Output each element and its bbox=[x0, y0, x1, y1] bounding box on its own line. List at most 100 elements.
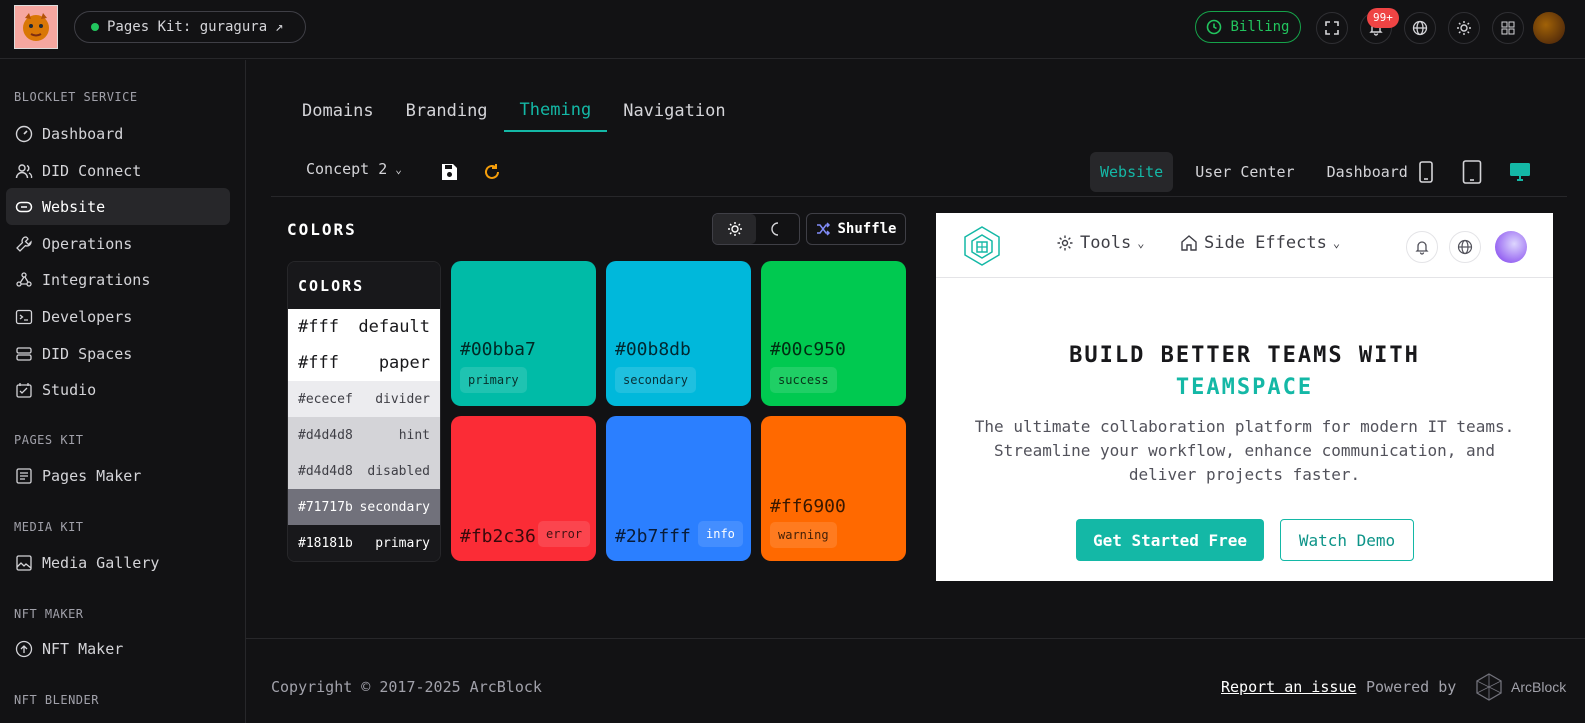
palette-hex: #d4d4d8 bbox=[298, 427, 353, 443]
sidebar-item-pages-maker[interactable]: Pages Maker bbox=[6, 457, 230, 494]
bell-icon bbox=[1415, 241, 1429, 255]
theme-toggle-button[interactable] bbox=[1448, 12, 1480, 44]
palette-hex: #d4d4d8 bbox=[298, 463, 353, 479]
preview-logo-icon[interactable] bbox=[960, 224, 1004, 268]
palette-row-secondary[interactable]: #71717b secondary bbox=[288, 489, 440, 525]
swatch-info[interactable]: #2b7fff info bbox=[606, 416, 751, 561]
sidebar-section-title: NFT BLENDER bbox=[14, 693, 99, 707]
sidebar-item-dashboard[interactable]: Dashboard bbox=[6, 115, 230, 152]
chevron-down-icon: ⌄ bbox=[1332, 236, 1341, 250]
sidebar-item-did-spaces[interactable]: DID Spaces bbox=[6, 335, 230, 372]
swatch-error[interactable]: #fb2c36 error bbox=[451, 416, 596, 561]
desktop-view-button[interactable] bbox=[1508, 160, 1532, 184]
link-icon bbox=[14, 197, 34, 217]
users-icon bbox=[14, 161, 34, 181]
swatch-primary[interactable]: #00bba7 primary bbox=[451, 261, 596, 406]
tab-domains[interactable]: Domains bbox=[286, 90, 390, 132]
palette-row-default[interactable]: #fff default bbox=[288, 309, 440, 345]
swatch-hex: #ff6900 bbox=[770, 496, 846, 517]
shuffle-label: Shuffle bbox=[837, 221, 897, 237]
globe-icon bbox=[1457, 239, 1473, 255]
app-logo[interactable] bbox=[14, 5, 58, 49]
external-link-icon: ↗ bbox=[275, 19, 284, 35]
moon-icon bbox=[770, 222, 778, 236]
watch-demo-button[interactable]: Watch Demo bbox=[1280, 519, 1414, 561]
home-icon bbox=[1181, 235, 1197, 251]
wrench-icon bbox=[14, 234, 34, 254]
preview-notifications-button[interactable] bbox=[1406, 231, 1438, 263]
top-bar: Pages Kit: guragura ↗ Billing 99+ bbox=[0, 0, 1585, 59]
swatch-secondary[interactable]: #00b8db secondary bbox=[606, 261, 751, 406]
preview-menu-label: Side Effects bbox=[1204, 233, 1327, 253]
preview-menu-tools[interactable]: Tools ⌄ bbox=[1056, 233, 1144, 253]
preview-avatar[interactable] bbox=[1495, 231, 1527, 263]
gauge-icon bbox=[14, 124, 34, 144]
palette-name: disabled bbox=[367, 463, 430, 479]
tablet-view-button[interactable] bbox=[1460, 160, 1484, 184]
sidebar-item-developers[interactable]: Developers bbox=[6, 298, 230, 335]
sidebar-item-label: NFT Maker bbox=[42, 639, 124, 658]
settings-tabs: Domains Branding Theming Navigation bbox=[286, 90, 742, 132]
reset-button[interactable] bbox=[480, 160, 504, 184]
user-avatar[interactable] bbox=[1533, 12, 1565, 44]
arcblock-logo[interactable]: ArcBlock bbox=[1475, 672, 1566, 702]
concept-select[interactable]: Concept 2 ⌄ bbox=[306, 160, 402, 178]
sun-icon bbox=[727, 222, 742, 236]
palette-title: COLORS bbox=[288, 262, 440, 309]
clock-icon bbox=[1207, 19, 1222, 35]
palette-name: primary bbox=[375, 535, 430, 551]
report-issue-link[interactable]: Report an issue bbox=[1221, 678, 1356, 696]
view-dashboard[interactable]: Dashboard bbox=[1317, 152, 1418, 192]
shuffle-icon bbox=[817, 222, 831, 236]
fullscreen-button[interactable] bbox=[1316, 12, 1348, 44]
shuffle-button[interactable]: Shuffle bbox=[806, 213, 906, 245]
sidebar-item-media-gallery[interactable]: Media Gallery bbox=[6, 544, 230, 581]
preview-language-button[interactable] bbox=[1449, 231, 1481, 263]
sidebar-item-website[interactable]: Website bbox=[6, 188, 230, 225]
palette-hex: #ececef bbox=[298, 391, 353, 407]
swatch-hex: #fb2c36 bbox=[460, 526, 536, 547]
palette-hex: #71717b bbox=[298, 499, 353, 515]
swatch-label: primary bbox=[460, 367, 527, 393]
sidebar-item-did-connect[interactable]: DID Connect bbox=[6, 152, 230, 189]
view-website[interactable]: Website bbox=[1090, 152, 1174, 192]
tab-navigation[interactable]: Navigation bbox=[607, 90, 741, 132]
swatch-warning[interactable]: #ff6900 warning bbox=[761, 416, 906, 561]
sidebar-item-label: Media Gallery bbox=[42, 553, 160, 572]
palette-row-hint[interactable]: #d4d4d8 hint bbox=[288, 417, 440, 453]
language-button[interactable] bbox=[1404, 12, 1436, 44]
tab-theming[interactable]: Theming bbox=[503, 90, 608, 132]
swatch-success[interactable]: #00c950 success bbox=[761, 261, 906, 406]
sidebar-item-integrations[interactable]: Integrations bbox=[6, 261, 230, 298]
sidebar-item-label: Integrations bbox=[42, 270, 151, 289]
palette-row-divider[interactable]: #ececef divider bbox=[288, 381, 440, 417]
swatch-label: success bbox=[770, 367, 837, 393]
globe-icon bbox=[1412, 20, 1428, 36]
palette-row-paper[interactable]: #fff paper bbox=[288, 345, 440, 381]
dark-mode-button[interactable] bbox=[756, 214, 799, 244]
swatch-hex: #2b7fff bbox=[615, 526, 691, 547]
neutral-palette: COLORS #fff default #fff paper #ececef d… bbox=[287, 261, 441, 562]
palette-row-primary[interactable]: #18181b primary bbox=[288, 525, 440, 561]
pages-kit-label: Pages Kit: guragura bbox=[107, 19, 268, 35]
light-mode-button[interactable] bbox=[713, 214, 756, 244]
tab-branding[interactable]: Branding bbox=[390, 90, 504, 132]
monitor-icon bbox=[1510, 163, 1530, 181]
sidebar-item-operations[interactable]: Operations bbox=[6, 225, 230, 262]
preview-subtitle: The ultimate collaboration platform for … bbox=[974, 417, 1515, 484]
swatch-hex: #00bba7 bbox=[460, 339, 536, 360]
webhook-icon bbox=[14, 270, 34, 290]
get-started-button[interactable]: Get Started Free bbox=[1076, 519, 1264, 561]
chevron-down-icon: ⌄ bbox=[1137, 236, 1145, 250]
apps-button[interactable] bbox=[1492, 12, 1524, 44]
sidebar: BLOCKLET SERVICE Dashboard DID Connect W… bbox=[0, 60, 246, 723]
save-button[interactable] bbox=[437, 160, 461, 184]
mobile-view-button[interactable] bbox=[1414, 160, 1438, 184]
billing-button[interactable]: Billing bbox=[1195, 11, 1301, 43]
view-user-center[interactable]: User Center bbox=[1185, 152, 1304, 192]
sidebar-item-nft-maker[interactable]: NFT Maker bbox=[6, 630, 230, 667]
sidebar-item-studio[interactable]: Studio bbox=[6, 371, 230, 408]
pages-kit-link[interactable]: Pages Kit: guragura ↗ bbox=[74, 11, 306, 43]
preview-menu-side-effects[interactable]: Side Effects ⌄ bbox=[1180, 233, 1340, 253]
palette-row-disabled[interactable]: #d4d4d8 disabled bbox=[288, 453, 440, 489]
